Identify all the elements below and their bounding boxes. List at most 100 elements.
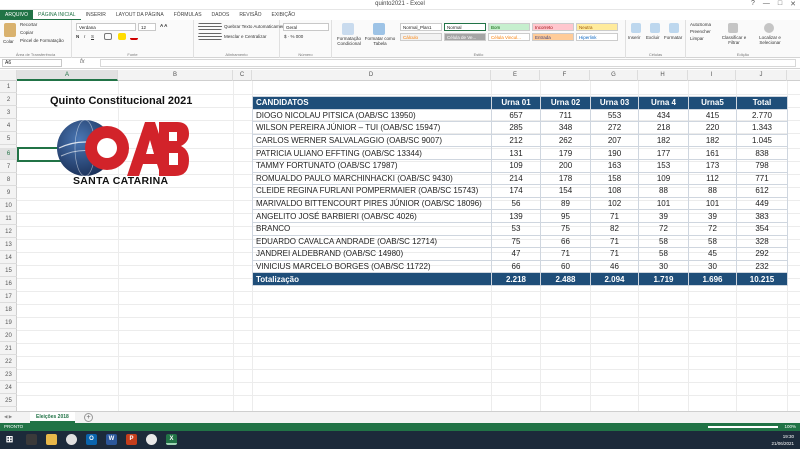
urna-01-cell[interactable]: 657 — [491, 108, 541, 123]
candidate-name[interactable]: BRANCO — [252, 221, 492, 236]
row-header[interactable]: 4 — [0, 120, 17, 132]
conditional-format-icon[interactable] — [342, 23, 354, 35]
urna-4-cell[interactable]: 88 — [638, 184, 689, 198]
urna-4-cell[interactable]: 434 — [638, 108, 689, 123]
total-urna-01[interactable]: 2.218 — [491, 272, 541, 286]
col-header-g[interactable]: G — [590, 70, 638, 81]
tab-review[interactable]: REVISÃO — [234, 10, 266, 20]
total-cell[interactable]: 771 — [736, 171, 788, 186]
header-urna5[interactable]: Urna5 — [688, 96, 737, 110]
urna-4-cell[interactable]: 182 — [638, 133, 689, 148]
row-header[interactable]: 11 — [0, 213, 17, 225]
urna-4-cell[interactable]: 218 — [638, 121, 689, 135]
header-urna-02[interactable]: Urna 02 — [540, 96, 591, 110]
urna-01-cell[interactable]: 139 — [491, 209, 541, 223]
clear-button[interactable]: Limpar — [690, 36, 704, 41]
tab-view[interactable]: EXIBIÇÃO — [267, 10, 301, 20]
windows-start-icon[interactable]: ⊞ — [4, 434, 15, 445]
style-linked-cell[interactable]: Célula Vincul... — [488, 33, 530, 41]
conditional-format-button[interactable]: Formatação Condicional — [334, 36, 364, 46]
urna5-cell[interactable]: 45 — [688, 247, 737, 261]
tab-data[interactable]: DADOS — [207, 10, 235, 20]
total-cell[interactable]: 232 — [736, 259, 788, 274]
delete-cells-icon[interactable] — [650, 23, 660, 33]
urna-03-cell[interactable]: 163 — [590, 158, 639, 173]
candidate-name[interactable]: ROMUALDO PAULO MARCHINHACKI (OAB/SC 9430… — [252, 171, 492, 186]
close-icon[interactable]: ✕ — [790, 0, 796, 8]
urna-01-cell[interactable]: 285 — [491, 121, 541, 135]
maximize-icon[interactable]: □ — [778, 0, 782, 8]
urna-03-cell[interactable]: 207 — [590, 133, 639, 148]
total-urna5[interactable]: 1.696 — [688, 272, 737, 286]
urna-03-cell[interactable]: 82 — [590, 221, 639, 236]
urna-03-cell[interactable]: 158 — [590, 171, 639, 186]
candidate-name[interactable]: TAMMY FORTUNATO (OAB/SC 17987) — [252, 158, 492, 173]
sheet-nav-icon[interactable]: ◀ ▶ — [4, 414, 12, 420]
insert-cells-icon[interactable] — [631, 23, 641, 33]
sort-filter-icon[interactable] — [728, 23, 738, 33]
format-button[interactable]: Formatar — [664, 35, 682, 40]
bold-icon[interactable]: N — [76, 34, 79, 39]
file-explorer-icon[interactable] — [46, 434, 57, 445]
currency-icon[interactable]: $ · % 000 — [284, 34, 303, 39]
total-cell[interactable]: 838 — [736, 146, 788, 160]
style-bad[interactable]: Incorreto — [532, 23, 574, 31]
find-select-icon[interactable] — [764, 23, 774, 33]
task-view-icon[interactable] — [26, 434, 37, 445]
number-format-select[interactable]: Geral — [283, 23, 329, 31]
urna5-cell[interactable]: 39 — [688, 209, 737, 223]
name-box[interactable]: A6 — [2, 59, 62, 67]
font-name-select[interactable]: Verdana — [76, 23, 136, 31]
total-cell[interactable]: 292 — [736, 247, 788, 261]
urna5-cell[interactable]: 101 — [688, 196, 737, 211]
urna-4-cell[interactable]: 58 — [638, 234, 689, 249]
help-icon[interactable]: ? — [751, 0, 755, 8]
row-header[interactable]: 13 — [0, 239, 17, 251]
row-header[interactable]: 23 — [0, 369, 17, 381]
urna-02-cell[interactable]: 262 — [540, 133, 591, 148]
style-normal-plan1[interactable]: Normal_Plan1 — [400, 23, 442, 31]
row-header[interactable]: 14 — [0, 252, 17, 264]
row-header[interactable]: 5 — [0, 133, 17, 145]
function-icon[interactable]: fx — [80, 59, 85, 65]
urna-4-cell[interactable]: 30 — [638, 259, 689, 274]
total-cell[interactable]: 1.045 — [736, 133, 788, 148]
row-header[interactable]: 21 — [0, 343, 17, 355]
row-header[interactable]: 1 — [0, 81, 17, 93]
row-header[interactable]: 20 — [0, 330, 17, 342]
powerpoint-icon[interactable]: P — [126, 434, 137, 445]
candidate-name[interactable]: EDUARDO CAVALCA ANDRADE (OAB/SC 12714) — [252, 234, 492, 249]
excel-icon[interactable]: X — [166, 434, 177, 445]
urna-4-cell[interactable]: 101 — [638, 196, 689, 211]
col-header-h[interactable]: H — [638, 70, 688, 81]
format-table-icon[interactable] — [373, 23, 385, 35]
header-urna-4[interactable]: Urna 4 — [638, 96, 689, 110]
urna5-cell[interactable]: 72 — [688, 221, 737, 236]
urna-02-cell[interactable]: 71 — [540, 247, 591, 261]
minimize-icon[interactable]: — — [763, 0, 770, 8]
urna-02-cell[interactable]: 711 — [540, 108, 591, 123]
urna-01-cell[interactable]: 53 — [491, 221, 541, 236]
urna5-cell[interactable]: 30 — [688, 259, 737, 274]
delete-button[interactable]: Excluir — [646, 35, 660, 40]
row-header[interactable]: 9 — [0, 187, 17, 199]
col-header-f[interactable]: F — [540, 70, 590, 81]
row-header[interactable]: 12 — [0, 226, 17, 238]
urna5-cell[interactable]: 173 — [688, 158, 737, 173]
formula-input[interactable] — [100, 59, 796, 67]
candidate-name[interactable]: JANDREI ALDEBRAND (OAB/SC 14980) — [252, 247, 492, 261]
copy-button[interactable]: Copiar — [20, 30, 33, 35]
urna-01-cell[interactable]: 56 — [491, 196, 541, 211]
underline-icon[interactable]: S — [91, 34, 94, 39]
row-header[interactable]: 10 — [0, 200, 17, 212]
urna-02-cell[interactable]: 154 — [540, 184, 591, 198]
col-header-j[interactable]: J — [736, 70, 787, 81]
urna5-cell[interactable]: 161 — [688, 146, 737, 160]
urna5-cell[interactable]: 88 — [688, 184, 737, 198]
chrome-icon[interactable] — [66, 434, 77, 445]
style-input[interactable]: Entrada — [532, 33, 574, 41]
urna-02-cell[interactable]: 95 — [540, 209, 591, 223]
browser-icon[interactable] — [146, 434, 157, 445]
col-header-d[interactable]: D — [252, 70, 491, 81]
tab-page-layout[interactable]: LAYOUT DA PÁGINA — [111, 10, 169, 20]
